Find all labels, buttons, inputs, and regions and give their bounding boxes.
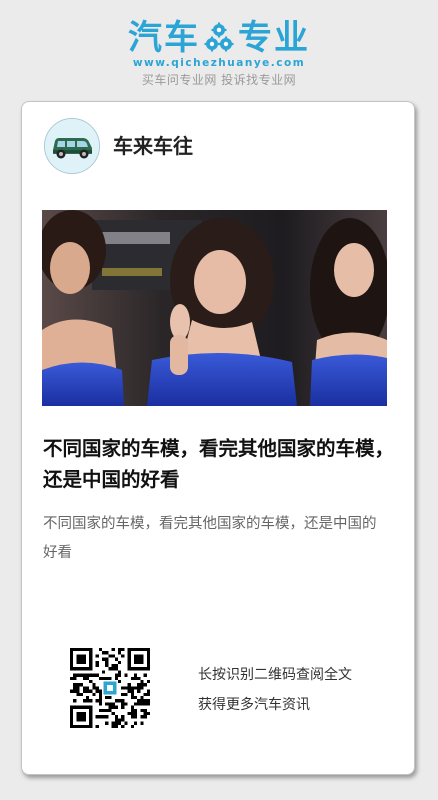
gear-icon [204, 22, 234, 52]
brand-header: 汽车 专业 www.qichezhuanye.com 买车问专业网 投诉找专业网 [0, 0, 438, 100]
article-title[interactable]: 不同国家的车模，看完其他国家的车模，还是中国的好看 [43, 433, 398, 495]
logo-text-left: 汽车 [128, 18, 200, 58]
article-cover-image[interactable] [42, 210, 387, 406]
car-icon [45, 119, 99, 173]
brand-logo: 汽车 专业 [0, 18, 438, 58]
channel-avatar [44, 118, 100, 174]
brand-slogan: 买车问专业网 投诉找专业网 [141, 73, 297, 87]
article-summary: 不同国家的车模，看完其他国家的车模，还是中国的好看 [43, 516, 377, 561]
qr-instructions: 长按识别二维码查阅全文 获得更多汽车资讯 [198, 660, 352, 720]
logo-text-right: 专业 [238, 18, 310, 58]
qr-line-2: 获得更多汽车资讯 [198, 697, 310, 713]
brand-url: www.qichezhuanye.com [132, 57, 306, 69]
share-card: 车来车往 不同国家的车模，看完其他国家的车模，还是中国的好看 不同国家的车模，看… [21, 101, 415, 775]
qr-line-1: 长按识别二维码查阅全文 [198, 667, 352, 683]
qr-code[interactable] [70, 648, 150, 728]
channel-name: 车来车往 [113, 134, 193, 158]
